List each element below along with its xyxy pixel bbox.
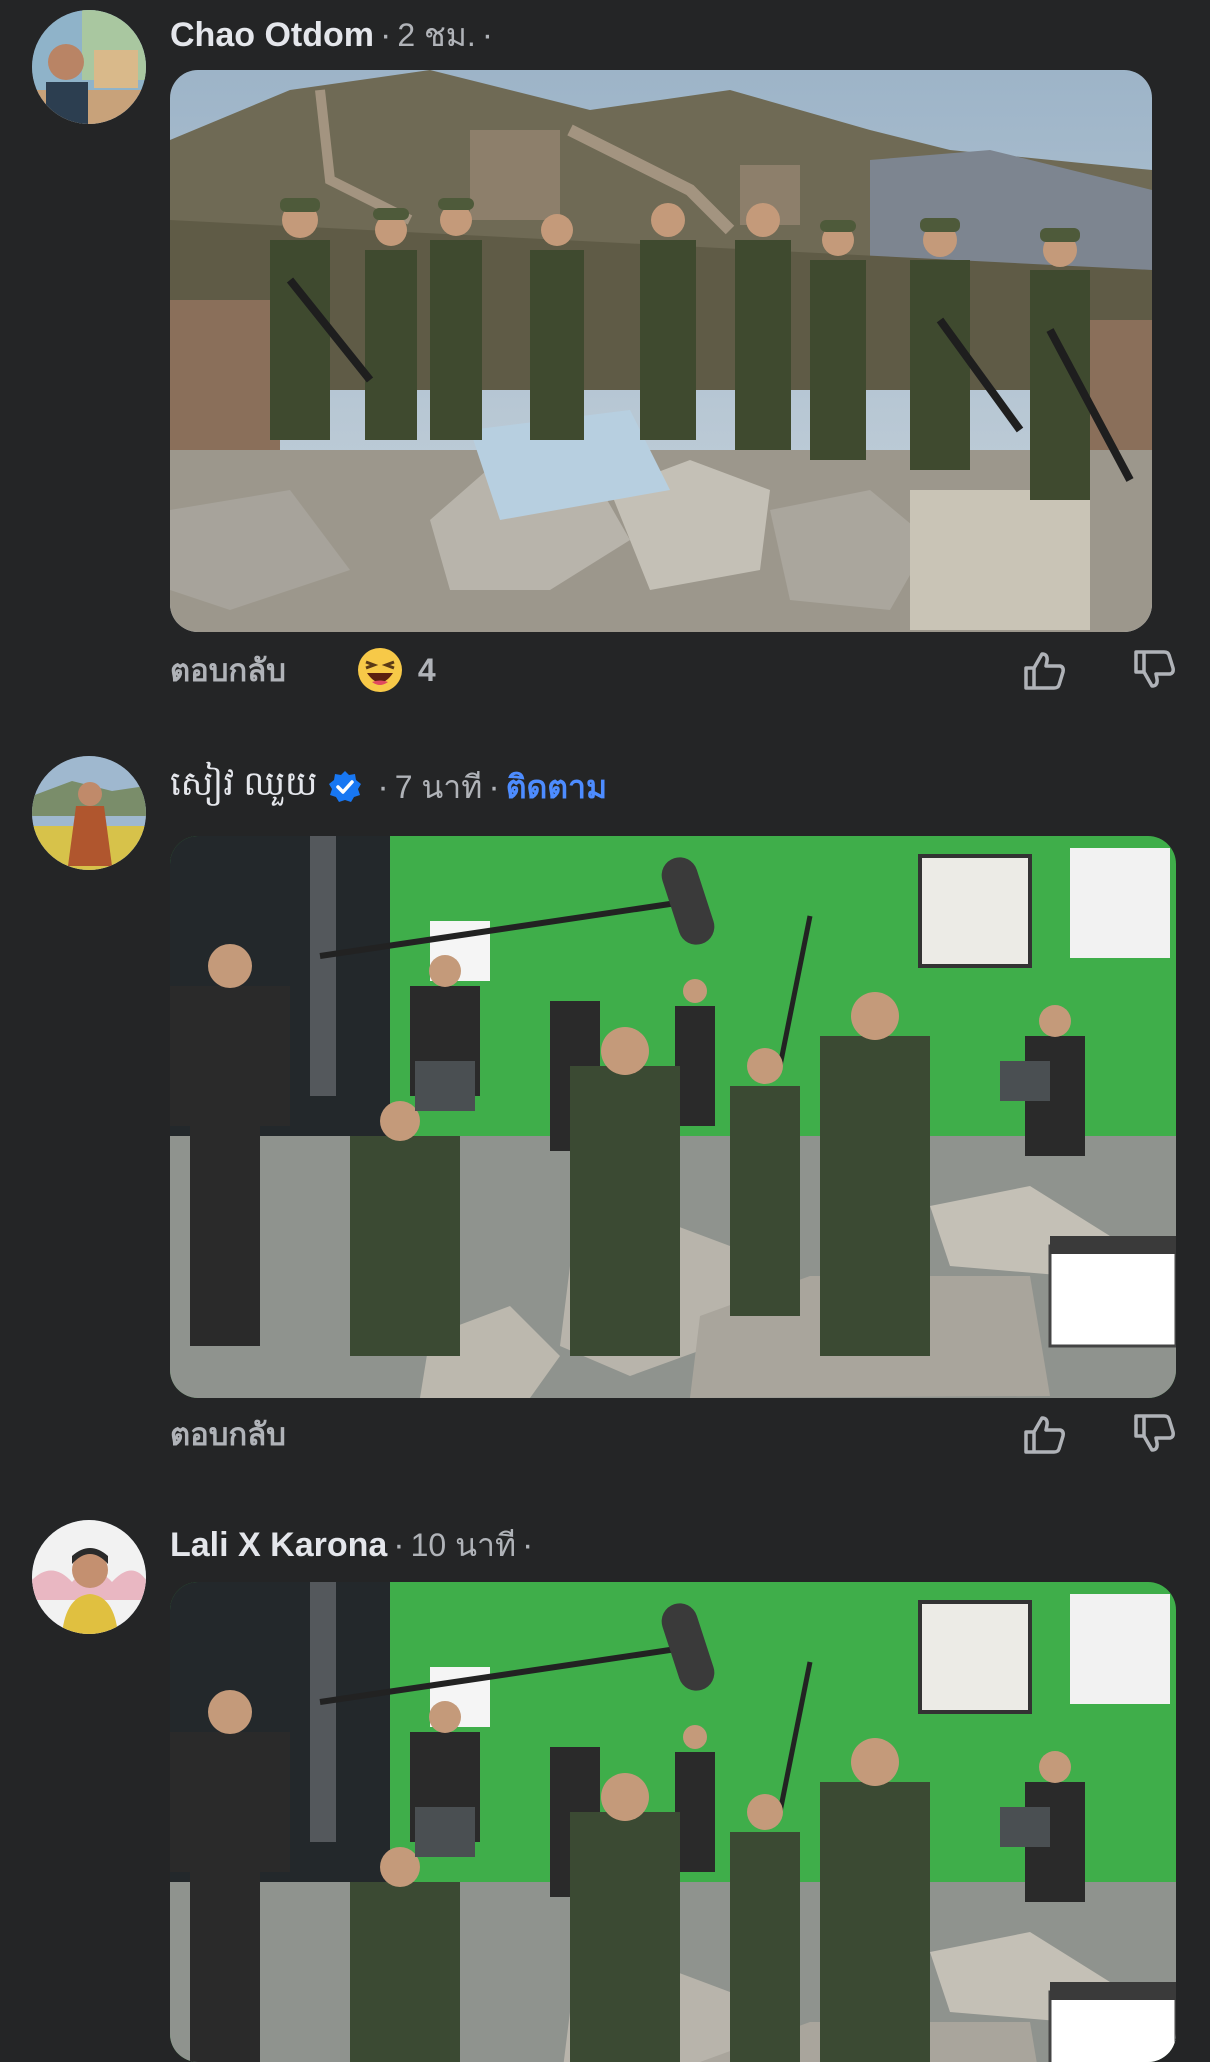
separator: · (522, 1525, 534, 1564)
reply-button[interactable]: ตอบกลับ (170, 645, 286, 695)
follow-button[interactable]: ติดตาม (506, 762, 607, 813)
film-set-green-screen-image (170, 836, 1176, 1398)
downvote-button[interactable] (1130, 1410, 1178, 1458)
comment-photo[interactable] (170, 70, 1152, 632)
laughing-emoji-icon (357, 648, 402, 692)
comment-header: Chao Otdom · 2 ชม. · (170, 10, 499, 60)
user-avatar-icon (32, 1520, 146, 1634)
separator: · (379, 15, 392, 54)
avatar[interactable] (32, 1520, 146, 1634)
comment-header: សៀវ ឈួយ · 7 นาที · ติดตาม (170, 762, 607, 812)
separator: · (488, 767, 500, 806)
reaction-summary[interactable]: 4 (356, 646, 436, 694)
reaction-count: 4 (417, 651, 436, 688)
great-wall-soldiers-image (170, 70, 1152, 632)
timestamp[interactable]: 2 ชม. (397, 10, 475, 61)
comment-photo[interactable] (170, 836, 1176, 1398)
avatar[interactable] (32, 756, 146, 870)
user-avatar-icon (32, 10, 146, 124)
comment-actions: ตอบกลับ (170, 1404, 1178, 1464)
upvote-button[interactable] (1020, 646, 1068, 694)
separator: · (377, 767, 389, 806)
separator: · (481, 15, 494, 54)
user-avatar-icon (32, 756, 146, 870)
comment-photo[interactable] (170, 1582, 1176, 2062)
thumbs-up-icon (1024, 652, 1065, 690)
timestamp[interactable]: 7 นาที (395, 762, 483, 813)
thumbs-up-icon (1024, 1416, 1065, 1454)
avatar[interactable] (32, 10, 146, 124)
comment-header: Lali X Karona · 10 นาที · (170, 1520, 539, 1570)
verified-badge-icon (329, 771, 362, 802)
comment-actions: ตอบกลับ 4 (170, 640, 1178, 700)
timestamp[interactable]: 10 นาที (411, 1520, 516, 1571)
author-name[interactable]: សៀវ ឈួយ (170, 762, 317, 812)
upvote-button[interactable] (1020, 1410, 1068, 1458)
author-name[interactable]: Lali X Karona (170, 1526, 387, 1565)
reply-button[interactable]: ตอบกลับ (170, 1409, 286, 1459)
downvote-button[interactable] (1130, 646, 1178, 694)
separator: · (393, 1525, 405, 1564)
film-set-green-screen-image (170, 1582, 1176, 2062)
thumbs-down-icon (1134, 1414, 1175, 1452)
thumbs-down-icon (1134, 650, 1175, 688)
author-name[interactable]: Chao Otdom (170, 16, 374, 55)
